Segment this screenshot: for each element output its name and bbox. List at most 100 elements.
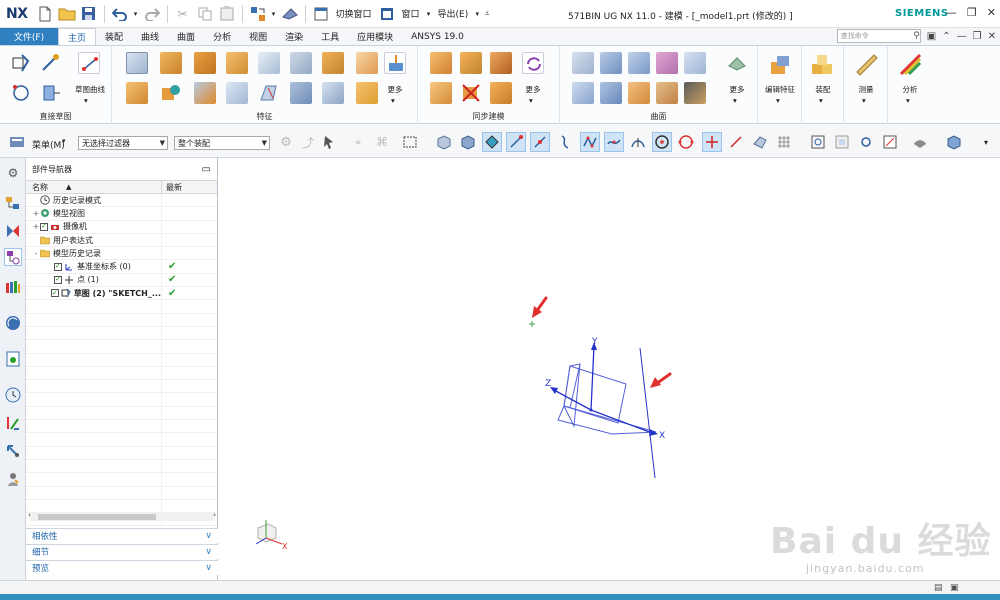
select-path-icon[interactable]: ⌖ [348, 132, 368, 152]
snap-point-icon[interactable] [482, 132, 502, 152]
thicken-icon[interactable] [322, 82, 344, 104]
sketch-curve-dropdown-icon[interactable]: ▾ [84, 96, 88, 105]
sketch-icon[interactable] [10, 52, 32, 74]
selection-scope-select[interactable]: 整个装配 ▼ [174, 136, 270, 150]
assembly-label[interactable]: 装配 [802, 84, 844, 95]
visibility-checkbox[interactable]: ✓ [54, 262, 62, 271]
select-solid-icon[interactable] [434, 132, 454, 152]
section-details[interactable]: 细节 ∨ [26, 544, 218, 559]
edge-blend-icon[interactable] [160, 82, 182, 104]
visibility-checkbox[interactable]: ✓ [54, 275, 62, 284]
view-layout-icon[interactable] [944, 132, 964, 152]
sketch-curve-label[interactable]: 草图曲线 [68, 84, 112, 95]
scroll-right-icon[interactable]: › [213, 511, 216, 519]
tab-render[interactable]: 渲染 [276, 28, 312, 45]
analysis-label[interactable]: 分析 [890, 84, 930, 95]
restore-icon[interactable]: ❐ [973, 31, 982, 42]
reuse-library-icon[interactable] [4, 278, 22, 296]
dropdown-arrow-icon[interactable]: ▾ [425, 4, 433, 24]
paste-icon[interactable] [217, 4, 237, 24]
history-clock-icon[interactable] [4, 386, 22, 404]
menu-icon[interactable] [8, 132, 28, 152]
quadrant-point-icon[interactable] [676, 132, 696, 152]
process-studio-icon[interactable] [4, 442, 22, 460]
web-browser-icon[interactable] [4, 314, 22, 332]
through-curves-icon[interactable] [628, 52, 650, 74]
chamfer-icon[interactable] [356, 52, 378, 74]
pocket-icon[interactable] [290, 52, 312, 74]
assembly-icon[interactable] [810, 52, 836, 78]
tab-file[interactable]: 文件(F) [0, 28, 58, 45]
more-surface-dropdown-icon[interactable]: ▾ [733, 96, 737, 105]
window-menu-button[interactable]: 窗口 [402, 7, 420, 20]
render-style-icon[interactable] [910, 132, 930, 152]
finish-sketch-icon[interactable] [40, 52, 62, 74]
tree-row[interactable]: + ✓ 摄像机 [26, 220, 217, 234]
zoom-icon[interactable] [832, 132, 852, 152]
circle-curve-icon[interactable] [10, 82, 32, 104]
tab-surface[interactable]: 曲面 [168, 28, 204, 45]
expand-icon[interactable]: + [32, 209, 40, 218]
edit-feature-label[interactable]: 编辑特征 [760, 84, 800, 95]
trim-body-icon[interactable] [194, 82, 216, 104]
save-icon[interactable] [79, 4, 99, 24]
redo-icon[interactable] [142, 4, 162, 24]
sew-icon[interactable] [684, 82, 706, 104]
minimize-icon[interactable]: — [946, 6, 957, 19]
horizontal-scrollbar[interactable]: ‹ › [28, 511, 216, 521]
replace-face-icon[interactable] [430, 82, 452, 104]
orient-view-icon[interactable] [880, 132, 900, 152]
fit-view-icon[interactable] [808, 132, 828, 152]
command-search-input[interactable]: 查找命令 ⚲ [836, 29, 921, 43]
measure-icon[interactable] [854, 52, 880, 78]
dropdown-arrow-icon[interactable]: ▾ [270, 4, 278, 24]
pull-face-icon[interactable] [460, 52, 482, 74]
offset-region-icon[interactable] [490, 52, 512, 74]
scrollbar-thumb[interactable] [38, 514, 156, 520]
assembly-navigator-icon[interactable] [4, 194, 22, 212]
minimize-icon[interactable]: — [957, 31, 967, 42]
undo-icon[interactable] [110, 4, 130, 24]
tree-row[interactable]: 用户表达式 [26, 233, 217, 248]
tab-assembly[interactable]: 装配 [96, 28, 132, 45]
trim-sheet-icon[interactable] [628, 82, 650, 104]
more-surface-icon[interactable] [726, 52, 748, 74]
tab-applications[interactable]: 应用模块 [348, 28, 402, 45]
measure-dropdown-icon[interactable]: ▾ [862, 96, 866, 105]
tree-row[interactable]: + 模型视图 [26, 207, 217, 221]
project-curve-icon[interactable] [40, 82, 62, 104]
window-icon[interactable] [377, 4, 397, 24]
export-menu-button[interactable]: 导出(E) [438, 7, 469, 20]
pattern-feature-icon[interactable] [322, 52, 344, 74]
system-materials-icon[interactable] [4, 414, 22, 432]
mid-point-icon[interactable] [530, 132, 550, 152]
rotate-view-icon[interactable] [856, 132, 876, 152]
collapse-icon[interactable]: - [32, 249, 40, 258]
tab-home[interactable]: 主页 [58, 28, 97, 45]
dropdown-arrow-icon[interactable]: ▾ [473, 4, 481, 24]
extension-sheet-icon[interactable] [656, 82, 678, 104]
status-info-icon[interactable]: ▤ [934, 583, 943, 593]
tree-row[interactable]: ✓ 点 (1) ✔ [26, 273, 217, 288]
select-chain-icon[interactable]: ⌘ [372, 132, 392, 152]
point-on-face-icon[interactable] [750, 132, 770, 152]
more-feature-label[interactable]: 更多 [380, 84, 410, 95]
section-dependencies[interactable]: 相依性 ∨ [26, 528, 218, 543]
visibility-checkbox[interactable]: ✓ [50, 289, 59, 298]
more-feature-icon[interactable] [384, 52, 406, 74]
sketch-curve-point-icon[interactable] [78, 52, 100, 74]
select-feature-icon[interactable]: ⚙ [276, 132, 296, 152]
offset-face-icon[interactable] [290, 82, 312, 104]
more-surface-label[interactable]: 更多 [722, 84, 752, 95]
hole-icon[interactable] [226, 52, 248, 74]
point-on-curve-icon[interactable] [726, 132, 746, 152]
tab-ansys[interactable]: ANSYS 19.0 [402, 28, 473, 45]
toolbar-options-icon[interactable]: ▾ [976, 132, 996, 152]
draft-icon[interactable] [258, 82, 280, 104]
edit-feature-dropdown-icon[interactable]: ▾ [776, 96, 780, 105]
select-body-icon[interactable]: ⤴ [298, 132, 318, 152]
four-point-surface-icon[interactable] [572, 52, 594, 74]
end-point-icon[interactable] [506, 132, 526, 152]
tab-view[interactable]: 视图 [240, 28, 276, 45]
rectangle-select-icon[interactable] [400, 132, 420, 152]
